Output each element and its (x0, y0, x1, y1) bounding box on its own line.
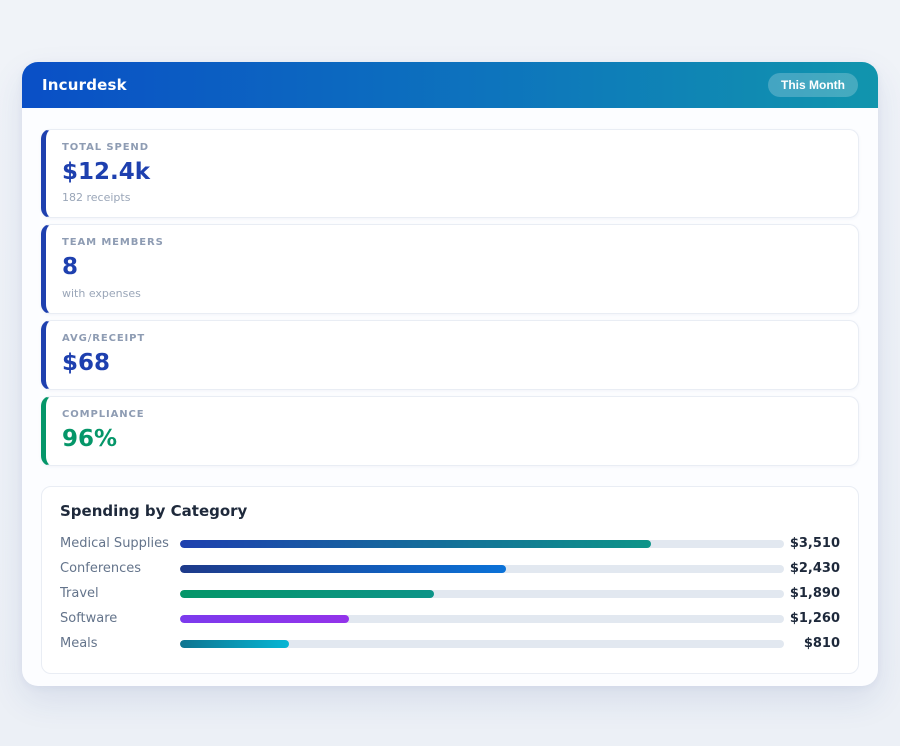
category-label: Conferences (60, 561, 180, 576)
stat-label: AVG/RECEIPT (62, 333, 842, 344)
spending-by-category-chart: Spending by Category Medical Supplies $3,… (41, 486, 859, 674)
stat-value: 96% (62, 427, 842, 452)
bar-fill (180, 615, 349, 623)
bar-track (180, 540, 784, 548)
stat-label: TEAM MEMBERS (62, 237, 842, 248)
dashboard-body: TOTAL SPEND $12.4k 182 receipts TEAM MEM… (22, 108, 878, 674)
period-badge[interactable]: This Month (768, 73, 858, 97)
category-value: $3,510 (784, 536, 840, 551)
app-header: Incurdesk This Month (22, 62, 878, 108)
bar-track (180, 615, 784, 623)
chart-row: Software $1,260 (60, 606, 840, 631)
chart-row: Medical Supplies $3,510 (60, 531, 840, 556)
category-value: $810 (784, 636, 840, 651)
chart-title: Spending by Category (60, 502, 840, 520)
bar-fill (180, 640, 289, 648)
category-label: Meals (60, 636, 180, 651)
category-label: Medical Supplies (60, 536, 180, 551)
category-value: $1,260 (784, 611, 840, 626)
bar-track (180, 565, 784, 573)
category-label: Software (60, 611, 180, 626)
stat-label: COMPLIANCE (62, 409, 842, 420)
stat-card-compliance: COMPLIANCE 96% (41, 396, 859, 466)
category-value: $2,430 (784, 561, 840, 576)
stat-value: $68 (62, 351, 842, 376)
stat-value: 8 (62, 255, 842, 280)
stat-label: TOTAL SPEND (62, 142, 842, 153)
chart-row: Meals $810 (60, 631, 840, 656)
bar-fill (180, 565, 506, 573)
app-title: Incurdesk (42, 76, 127, 94)
chart-row: Conferences $2,430 (60, 556, 840, 581)
bar-fill (180, 540, 651, 548)
stat-card-avg-receipt: AVG/RECEIPT $68 (41, 320, 859, 390)
stat-subtext: with expenses (62, 287, 842, 300)
stat-subtext: 182 receipts (62, 191, 842, 204)
stat-card-total-spend: TOTAL SPEND $12.4k 182 receipts (41, 129, 859, 218)
bar-track (180, 590, 784, 598)
bar-track (180, 640, 784, 648)
chart-row: Travel $1,890 (60, 581, 840, 606)
dashboard-card: Incurdesk This Month TOTAL SPEND $12.4k … (22, 62, 878, 686)
stat-card-team-members: TEAM MEMBERS 8 with expenses (41, 224, 859, 313)
category-label: Travel (60, 586, 180, 601)
category-value: $1,890 (784, 586, 840, 601)
bar-fill (180, 590, 434, 598)
stat-value: $12.4k (62, 160, 842, 185)
category-bar-list: Medical Supplies $3,510 Conferences $2,430 T… (60, 531, 840, 656)
